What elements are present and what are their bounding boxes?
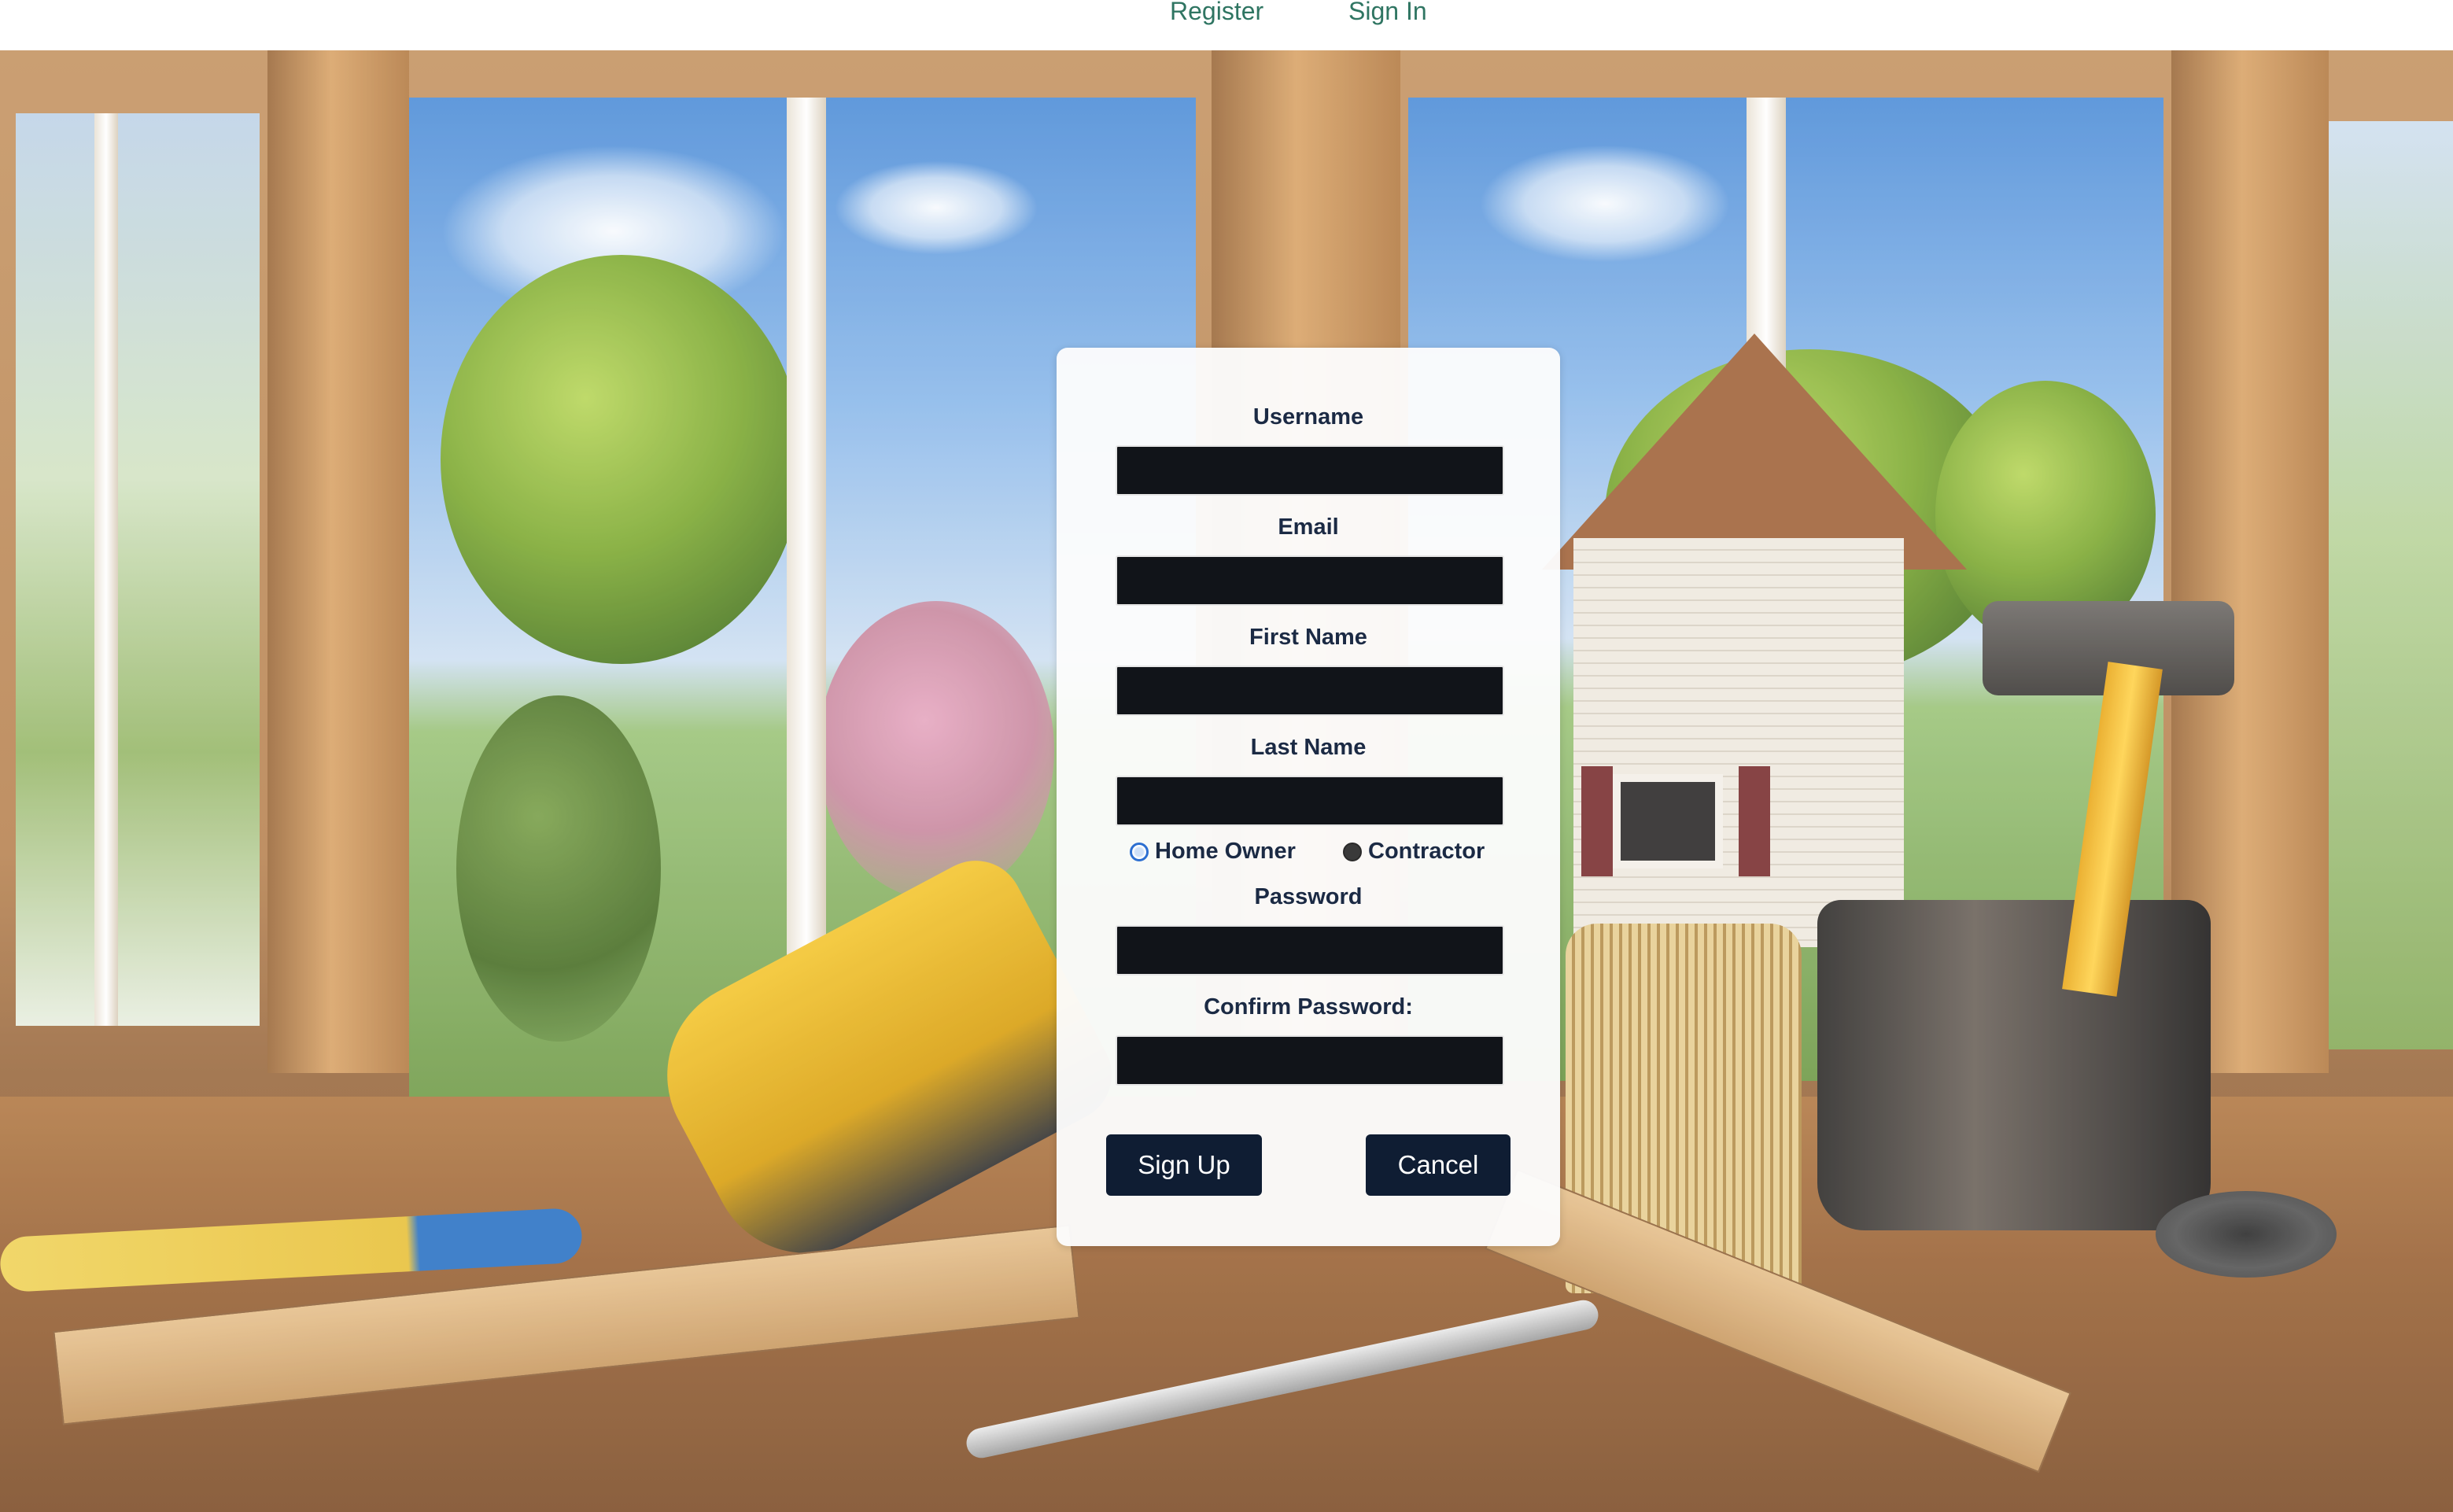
nav-sign-in-link[interactable]: Sign In [1348, 0, 1427, 26]
registration-form: Username Email First Name Last Name Home… [1057, 348, 1560, 1246]
password-label: Password [1254, 884, 1363, 909]
username-label: Username [1252, 404, 1364, 430]
sign-up-button[interactable]: Sign Up [1106, 1134, 1262, 1196]
confirm-password-label: Confirm Password: [1204, 994, 1413, 1020]
radio-home-owner-label: Home Owner [1155, 839, 1296, 864]
password-input[interactable] [1116, 925, 1504, 975]
cancel-button[interactable]: Cancel [1366, 1134, 1511, 1196]
first-name-label: First Name [1249, 625, 1367, 650]
email-label: Email [1278, 514, 1339, 540]
last-name-label: Last Name [1250, 735, 1367, 760]
first-name-input[interactable] [1116, 666, 1504, 716]
radio-home-owner[interactable]: Home Owner [1130, 839, 1296, 865]
confirm-password-input[interactable] [1116, 1035, 1504, 1086]
account-type-radio-group: Home Owner Contractor [1057, 839, 1560, 870]
top-navbar: Register Sign In [0, 0, 2453, 50]
email-input[interactable] [1116, 555, 1504, 606]
radio-unselected-icon[interactable] [1343, 842, 1362, 861]
radio-selected-icon[interactable] [1130, 842, 1149, 861]
last-name-input[interactable] [1116, 776, 1504, 826]
nav-register-link[interactable]: Register [1170, 0, 1263, 26]
radio-contractor-label: Contractor [1368, 839, 1485, 864]
radio-contractor[interactable]: Contractor [1343, 839, 1485, 865]
username-input[interactable] [1116, 445, 1504, 496]
